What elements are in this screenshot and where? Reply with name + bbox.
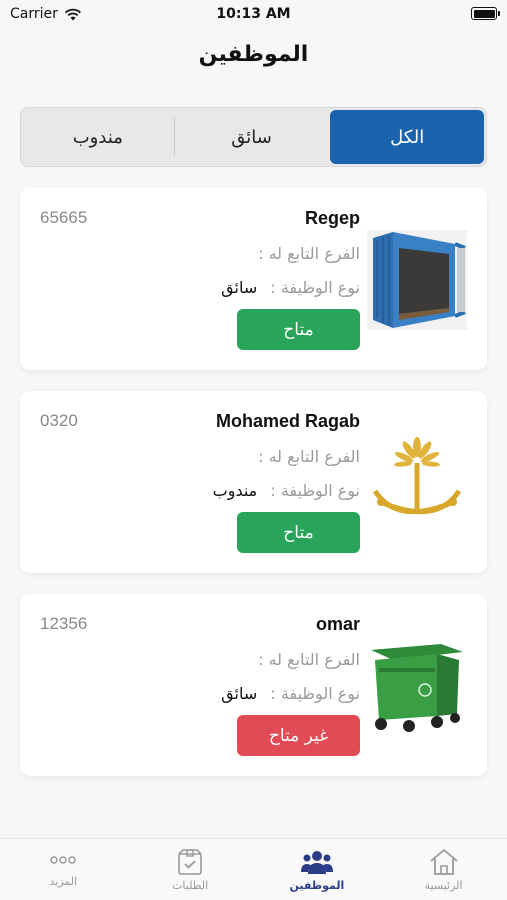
container-icon <box>367 230 467 330</box>
branch-label: الفرع التابع له : <box>258 244 360 263</box>
status-available-button[interactable]: متاح <box>237 512 360 553</box>
home-icon <box>430 849 458 875</box>
employee-name: omar <box>315 614 360 634</box>
tab-orders[interactable]: الطلبات <box>127 839 254 900</box>
job-value: مندوب <box>212 481 258 500</box>
job-row: نوع الوظيفة : سائق <box>221 278 360 297</box>
branch-label: الفرع التابع له : <box>258 447 360 466</box>
tab-driver[interactable]: سائق <box>175 108 329 166</box>
tab-home-label: الرئيسية <box>424 879 463 892</box>
tab-orders-label: الطلبات <box>172 879 209 892</box>
job-label: نوع الوظيفة : <box>270 684 360 703</box>
branch-row: الفرع التابع له : <box>250 244 360 263</box>
job-label: نوع الوظيفة : <box>270 481 360 500</box>
tab-more[interactable]: المزيد <box>0 839 127 900</box>
employee-number: 65665 <box>40 208 88 227</box>
tab-representative[interactable]: مندوب <box>21 108 175 166</box>
employee-name: Regep <box>304 208 360 228</box>
employee-filter: الكل سائق مندوب <box>20 107 487 167</box>
page-title: الموظفين <box>198 42 309 67</box>
employee-number: 0320 <box>40 411 78 430</box>
employee-name: Mohamed Ragab <box>215 411 360 431</box>
tab-employees[interactable]: الموظفين <box>254 839 381 900</box>
job-row: نوع الوظيفة : سائق <box>221 684 360 703</box>
job-label: نوع الوظيفة : <box>270 278 360 297</box>
employee-card[interactable]: 12356 omar الفرع التابع له : نوع الوظيفة… <box>20 594 487 776</box>
status-unavailable-button[interactable]: غير متاح <box>237 715 360 756</box>
status-available-button[interactable]: متاح <box>237 309 360 350</box>
employee-card[interactable]: 65665 Regep الفرع التابع له : نوع الوظيف… <box>20 188 487 370</box>
employee-number: 12356 <box>40 614 88 633</box>
branch-row: الفرع التابع له : <box>250 650 360 669</box>
tab-employees-label: الموظفين <box>289 879 345 892</box>
tab-more-label: المزيد <box>49 875 78 888</box>
job-value: سائق <box>221 278 258 297</box>
branch-label: الفرع التابع له : <box>258 650 360 669</box>
employee-card[interactable]: 0320 Mohamed Ragab الفرع التابع له : نوع <box>20 391 487 573</box>
more-icon <box>50 856 77 864</box>
saudi-emblem-icon <box>367 433 467 533</box>
status-bar: Carrier 10:13 AM <box>0 0 507 30</box>
job-value: سائق <box>221 684 258 703</box>
battery-icon <box>471 7 500 20</box>
job-row: نوع الوظيفة : مندوب <box>213 481 360 500</box>
orders-box-icon <box>178 849 202 875</box>
users-icon <box>300 851 333 874</box>
clock: 10:13 AM <box>216 6 291 22</box>
tab-all[interactable]: الكل <box>330 110 484 164</box>
bottom-tab-bar: المزيد الطلبات الموظفين الرئيسية <box>0 838 507 900</box>
waste-bin-icon <box>367 636 467 736</box>
branch-row: الفرع التابع له : <box>250 447 360 466</box>
tab-home[interactable]: الرئيسية <box>380 839 507 900</box>
